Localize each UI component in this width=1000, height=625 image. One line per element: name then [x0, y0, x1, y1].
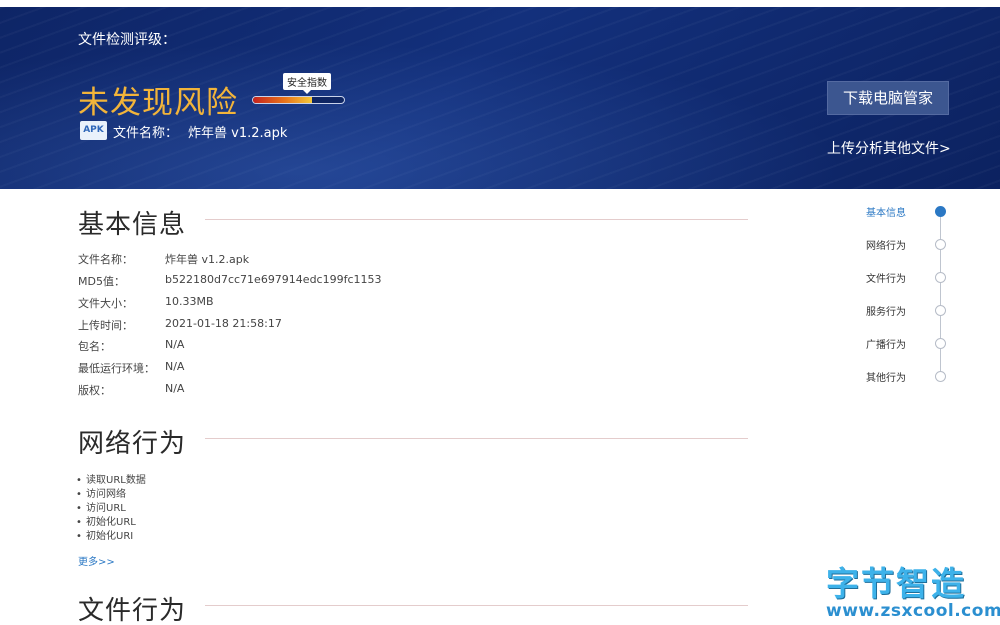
- side-nav-track: [940, 211, 941, 377]
- risk-result: 未发现风险: [78, 85, 238, 121]
- info-value: b522180d7cc71e697914edc199fc1153: [165, 273, 382, 286]
- info-value: 2021-01-18 21:58:17: [165, 317, 282, 330]
- info-value: N/A: [165, 382, 185, 395]
- side-nav-dot-icon: [935, 338, 946, 349]
- side-nav-item-basic-info[interactable]: 基本信息: [860, 204, 960, 220]
- site-watermark-logo: 字节智造 www.zsxcool.com: [826, 557, 1000, 623]
- side-nav-dot-icon: [935, 206, 946, 217]
- side-nav-label: 文件行为: [866, 274, 906, 285]
- watermark-name: 字节智造: [826, 564, 966, 603]
- info-label: 包名：: [78, 340, 111, 353]
- file-name-line: 文件名称： 炸年兽 v1.2.apk: [113, 122, 287, 141]
- side-nav-item-other-behavior[interactable]: 其他行为: [860, 369, 960, 385]
- section-title-basic-info: 基本信息: [78, 210, 187, 240]
- info-label: 版权：: [78, 384, 111, 397]
- more-network-behavior-link[interactable]: 更多>>: [78, 553, 115, 568]
- side-nav-item-network-behavior[interactable]: 网络行为: [860, 237, 960, 253]
- safety-index-fill: [253, 97, 313, 103]
- apk-file-icon: APK: [80, 121, 107, 140]
- info-value: N/A: [165, 360, 185, 373]
- side-nav-dot-icon: [935, 305, 946, 316]
- side-nav-label: 广播行为: [866, 340, 906, 351]
- side-nav-dot-icon: [935, 371, 946, 382]
- side-nav-item-service-behavior[interactable]: 服务行为: [860, 303, 960, 319]
- rating-label: 文件检测评级：: [78, 32, 176, 48]
- section-divider: [205, 219, 748, 220]
- info-label: 最低运行环境：: [78, 362, 155, 375]
- info-value: 炸年兽 v1.2.apk: [165, 253, 250, 266]
- section-side-nav: 基本信息 网络行为 文件行为 服务行为 广播行为 其他行为: [860, 204, 960, 384]
- info-label: 文件大小：: [78, 297, 133, 310]
- watermark-url: www.zsxcool.com: [826, 601, 1000, 621]
- safety-index-bar: [252, 96, 345, 104]
- section-title-file-behavior: 文件行为: [78, 596, 187, 625]
- safety-index-badge: 安全指数: [283, 73, 331, 94]
- info-label: 文件名称：: [78, 253, 133, 266]
- info-value: 10.33MB: [165, 295, 214, 308]
- side-nav-label: 服务行为: [866, 307, 906, 318]
- list-item: 访问网络: [76, 488, 146, 502]
- info-label: MD5值：: [78, 275, 125, 288]
- side-nav-label: 其他行为: [866, 373, 906, 384]
- scan-result-banner: 文件检测评级： 未发现风险 安全指数 APK 文件名称： 炸年兽 v1.2.apk…: [0, 7, 1000, 189]
- list-item: 读取URL数据: [76, 474, 146, 488]
- list-item: 访问URL: [76, 502, 146, 516]
- list-item: 初始化URL: [76, 516, 146, 530]
- side-nav-item-broadcast-behavior[interactable]: 广播行为: [860, 336, 960, 352]
- file-name-value: 炸年兽 v1.2.apk: [188, 126, 288, 141]
- side-nav-dot-icon: [935, 239, 946, 250]
- upload-other-file-link[interactable]: 上传分析其他文件>: [827, 138, 951, 158]
- file-name-label: 文件名称：: [113, 126, 179, 141]
- section-title-network-behavior: 网络行为: [78, 429, 187, 459]
- download-pc-manager-button[interactable]: 下载电脑管家: [827, 81, 949, 115]
- section-divider: [205, 438, 748, 439]
- side-nav-dot-icon: [935, 272, 946, 283]
- info-value: N/A: [165, 338, 185, 351]
- side-nav-label: 基本信息: [866, 208, 906, 219]
- section-divider: [205, 605, 748, 606]
- info-label: 上传时间：: [78, 319, 133, 332]
- network-behavior-list: 读取URL数据 访问网络 访问URL 初始化URL 初始化URI: [76, 474, 146, 544]
- list-item: 初始化URI: [76, 530, 146, 544]
- side-nav-item-file-behavior[interactable]: 文件行为: [860, 270, 960, 286]
- side-nav-label: 网络行为: [866, 241, 906, 252]
